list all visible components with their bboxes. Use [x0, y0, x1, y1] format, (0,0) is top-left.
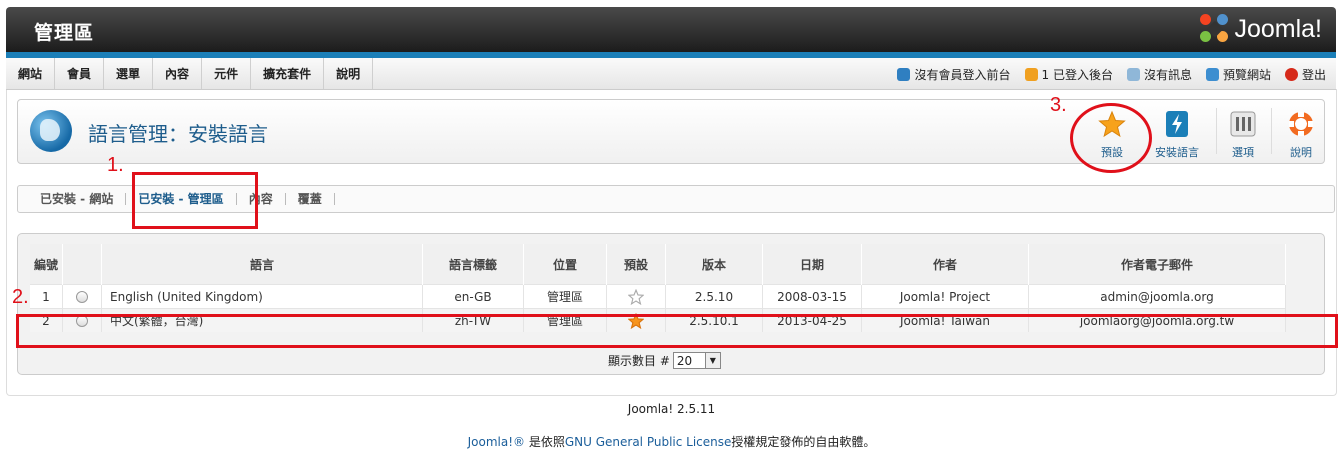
tab-item[interactable]: 覆蓋	[286, 186, 334, 212]
status-label: 沒有會員登入前台	[914, 68, 1011, 82]
lang-cell: English (United Kingdom)	[101, 284, 423, 309]
message-icon	[1126, 68, 1140, 81]
column-header[interactable]: 位置	[523, 244, 607, 285]
joomla-logo-text: Joomla!	[1234, 14, 1322, 43]
tab-item[interactable]: 已安裝 - 網站	[28, 186, 125, 212]
page-title: 語言管理：安裝語言	[88, 122, 268, 146]
email-cell: admin@joomla.org	[1028, 284, 1286, 309]
admin-header: 管理區 Joomla!	[6, 7, 1336, 52]
tab-divider	[333, 193, 335, 205]
help-button[interactable]: 說明	[1274, 108, 1328, 159]
annotation-box-2	[16, 314, 1338, 348]
joomla-logo: Joomla!	[1200, 13, 1322, 45]
install-label: 安裝語言	[1155, 146, 1199, 159]
annotation-3: 3.	[1050, 94, 1067, 116]
users-icon	[897, 68, 911, 81]
num-cell: 1	[30, 284, 63, 309]
lifebuoy-icon	[1289, 112, 1313, 136]
options-icon	[1230, 111, 1256, 137]
default-cell	[606, 284, 666, 309]
install-icon	[1166, 111, 1188, 137]
limit-label: 顯示數目 #	[608, 354, 670, 368]
star-outline-icon[interactable]	[627, 288, 645, 305]
column-header[interactable]: 版本	[665, 244, 763, 285]
globe-icon	[30, 110, 72, 152]
column-header: 編號	[30, 244, 63, 285]
annotation-circle-3	[1070, 103, 1152, 173]
help-label: 說明	[1290, 146, 1312, 159]
column-header	[62, 244, 102, 285]
install-language-button[interactable]: 安裝語言	[1150, 108, 1204, 159]
status-item[interactable]: 預覽網站	[1205, 66, 1271, 83]
column-header[interactable]: 預設	[606, 244, 666, 285]
menu-item[interactable]: 網站	[6, 58, 56, 89]
footer-text-1: 是依照	[525, 435, 565, 449]
ver-cell: 2.5.10	[665, 284, 763, 309]
limit-value: 20	[676, 353, 693, 368]
menu-item[interactable]: 說明	[324, 58, 374, 89]
column-header[interactable]: 作者電子郵件	[1028, 244, 1286, 285]
status-item[interactable]: 沒有訊息	[1126, 66, 1192, 83]
tag-cell: en-GB	[422, 284, 524, 309]
annotation-2: 2.	[12, 286, 29, 308]
menu-item[interactable]: 內容	[153, 58, 203, 89]
pagination: 顯示數目 # 20 ▼	[608, 352, 721, 369]
menu-bar: 網站 會員 選單 內容 元件 擴充套件 說明 沒有會員登入前台 1 已登入後台 沒有訊息 預覽網站…	[6, 58, 1336, 90]
annotation-box-1	[132, 172, 258, 229]
options-label: 選項	[1232, 146, 1254, 159]
footer-text-2: 授權規定發佈的自由軟體。	[731, 435, 876, 449]
logout-icon	[1284, 68, 1298, 81]
status-label: 預覽網站	[1222, 68, 1271, 82]
status-item[interactable]: 登出	[1284, 66, 1326, 83]
footer-license: Joomla!® 是依照GNU General Public License授權…	[0, 433, 1343, 450]
column-header[interactable]: 作者	[861, 244, 1029, 285]
menu-item[interactable]: 會員	[55, 58, 105, 89]
menu-item[interactable]: 選單	[104, 58, 154, 89]
status-label: 沒有訊息	[1143, 68, 1192, 82]
joomla-link[interactable]: Joomla!®	[468, 435, 525, 449]
options-button[interactable]: 選項	[1216, 108, 1270, 159]
date-cell: 2008-03-15	[762, 284, 862, 309]
admin-user-icon	[1024, 68, 1038, 81]
status-label: 1 已登入後台	[1041, 68, 1113, 82]
column-header[interactable]: 語言標籤	[422, 244, 524, 285]
row-radio[interactable]	[76, 291, 88, 303]
footer-version: Joomla! 2.5.11	[627, 402, 716, 416]
status-item: 1 已登入後台	[1024, 66, 1113, 83]
annotation-1: 1.	[107, 154, 124, 176]
limit-select[interactable]: 20 ▼	[672, 352, 721, 369]
row-select-cell	[62, 284, 102, 309]
table-row: 1 English (United Kingdom) en-GB 管理區 2.5.10 2…	[30, 284, 1286, 309]
status-item: 沒有會員登入前台	[897, 66, 1011, 83]
menu-item[interactable]: 元件	[202, 58, 252, 89]
license-link[interactable]: GNU General Public License	[565, 435, 732, 449]
language-table-box: 編號 語言 語言標籤 位置 預設 版本 日期 作者 作者電子郵件 1 English (Unite…	[17, 233, 1325, 375]
preview-icon	[1205, 68, 1219, 81]
status-label: 登出	[1301, 68, 1326, 82]
toolbar-divider	[1271, 108, 1272, 154]
loc-cell: 管理區	[523, 284, 607, 309]
menu-item[interactable]: 擴充套件	[251, 58, 325, 89]
chevron-down-icon: ▼	[704, 353, 720, 368]
author-cell: Joomla! Project	[861, 284, 1029, 309]
site-title: 管理區	[34, 22, 95, 44]
column-header[interactable]: 語言	[101, 244, 423, 285]
column-header[interactable]: 日期	[762, 244, 862, 285]
joomla-logo-icon	[1200, 14, 1230, 44]
